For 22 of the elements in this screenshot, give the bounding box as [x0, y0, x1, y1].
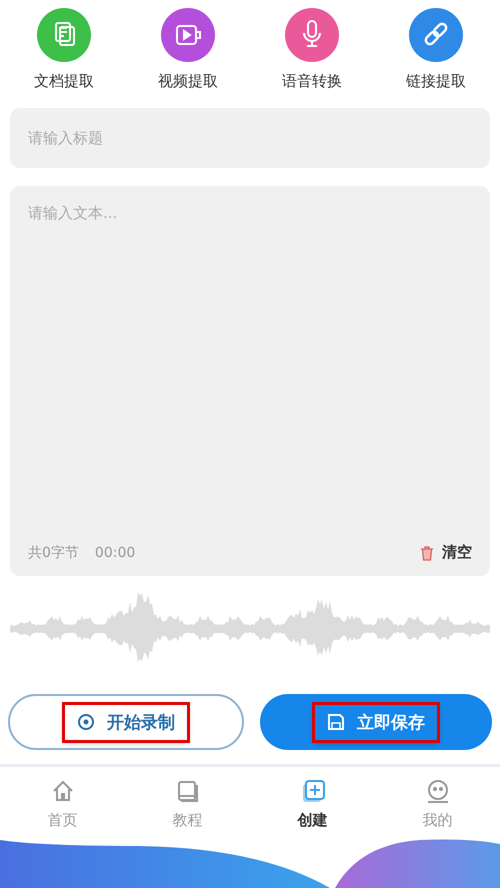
tool-item[interactable]: 文档提取 — [14, 8, 114, 102]
duration: 00:00 — [94, 544, 136, 560]
save-icon — [327, 713, 345, 731]
clear-button[interactable]: 清空 — [420, 543, 472, 562]
text-input[interactable]: 请输入文本... — [28, 204, 472, 543]
tool-label: 链接提取 — [406, 72, 466, 91]
byte-count: 共0字节 — [28, 544, 79, 562]
tool-item[interactable]: 视频提取 — [138, 8, 238, 102]
tool-label: 语音转换 — [282, 72, 342, 91]
text-area[interactable]: 请输入文本... 共0字节 00:00 清空 — [10, 186, 490, 576]
tool-label: 文档提取 — [34, 72, 94, 91]
tool-item[interactable]: 链接提取 — [386, 8, 486, 102]
record-icon — [77, 713, 95, 731]
button-label: 立即保存 — [357, 712, 425, 734]
record-button[interactable]: 开始录制 — [8, 694, 244, 750]
tool-item[interactable]: 语音转换 — [262, 8, 362, 102]
save-button[interactable]: 立即保存 — [260, 694, 492, 750]
button-label: 开始录制 — [107, 712, 175, 734]
nav-tab[interactable]: 创建 — [250, 767, 375, 837]
trash-icon — [420, 544, 434, 560]
title-field[interactable]: 请输入标题 — [10, 108, 490, 168]
tool-label: 视频提取 — [158, 72, 218, 91]
